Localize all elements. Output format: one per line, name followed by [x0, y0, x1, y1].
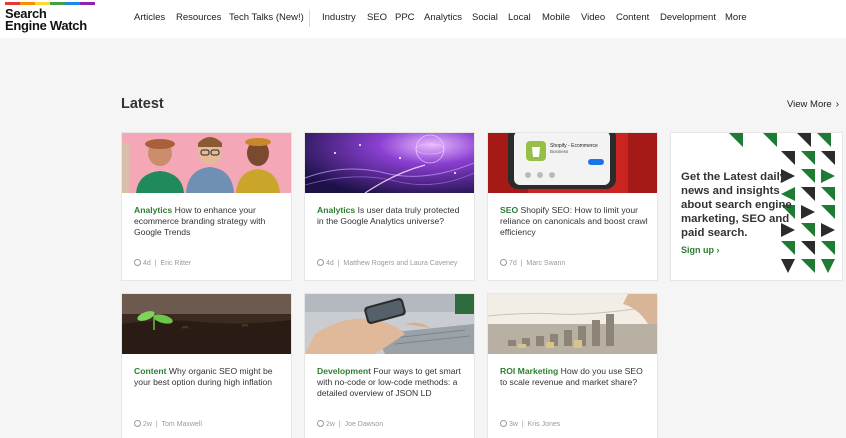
digital-globe-photo — [305, 133, 474, 193]
people-pink-photo — [122, 133, 291, 193]
article-meta: 4d | Eric Ritter — [134, 259, 191, 267]
article-author[interactable]: Joe Dawson — [345, 421, 384, 428]
nav-item-seo[interactable]: SEO — [367, 12, 387, 23]
article-meta: 2w | Joe Dawson — [317, 420, 383, 428]
article-meta: 2w | Tom Maxwell — [134, 420, 202, 428]
article-card[interactable]: Content Why organic SEO might be your be… — [121, 293, 292, 438]
article-category[interactable]: Analytics — [134, 205, 172, 215]
article-author[interactable]: Tom Maxwell — [161, 421, 201, 428]
clock-icon — [500, 259, 507, 266]
logo-line-2: Engine Watch — [5, 18, 87, 33]
article-category[interactable]: SEO — [500, 205, 518, 215]
nav-item-tech-talks[interactable]: Tech Talks (New!) — [229, 12, 304, 23]
site-logo[interactable]: Search Engine Watch — [5, 2, 95, 36]
article-card[interactable]: Analytics How to enhance your ecommerce … — [121, 132, 292, 281]
article-title[interactable]: SEO Shopify SEO: How to limit your relia… — [500, 205, 650, 238]
article-card[interactable]: Analytics Is user data truly protected i… — [304, 132, 475, 281]
article-card[interactable]: ROI Marketing How do you use SEO to scal… — [487, 293, 658, 438]
article-age: 2w — [143, 421, 152, 428]
clock-icon — [134, 259, 141, 266]
nav-item-local[interactable]: Local — [508, 12, 531, 23]
article-author[interactable]: Eric Ritter — [160, 260, 191, 267]
article-card[interactable]: Development Four ways to get smart with … — [304, 293, 475, 438]
article-meta: 3w | Kris Jones — [500, 420, 560, 428]
article-age: 7d — [509, 260, 517, 267]
chevron-right-icon: › — [716, 245, 720, 255]
article-title[interactable]: Analytics Is user data truly protected i… — [317, 205, 467, 227]
sign-up-link[interactable]: Sign up › — [681, 245, 720, 255]
phone-app-sub: Business — [550, 149, 569, 154]
article-category[interactable]: ROI Marketing — [500, 366, 558, 376]
view-more-label: View More — [787, 99, 832, 110]
nav-item-social[interactable]: Social — [472, 12, 498, 23]
logo-text: Search Engine Watch — [5, 7, 87, 33]
article-age: 3w — [509, 421, 518, 428]
article-title[interactable]: ROI Marketing How do you use SEO to scal… — [500, 366, 650, 388]
promo-text: Get the Latest daily news and insights a… — [681, 171, 792, 239]
nav-item-video[interactable]: Video — [581, 12, 605, 23]
article-age: 4d — [143, 260, 151, 267]
article-title[interactable]: Development Four ways to get smart with … — [317, 366, 467, 399]
nav-item-development[interactable]: Development — [660, 12, 716, 23]
clock-icon — [500, 420, 507, 427]
clock-icon — [317, 420, 324, 427]
nav-item-resources[interactable]: Resources — [176, 12, 221, 23]
article-headline[interactable]: Shopify SEO: How to limit your reliance … — [500, 205, 648, 237]
newsletter-promo: Get the Latest daily news and insights a… — [670, 132, 843, 281]
nav-item-industry[interactable]: Industry — [322, 12, 356, 23]
article-meta: 4d | Matthew Rogers and Laura Caveney — [317, 259, 457, 267]
top-navigation-bar: Search Engine Watch Articles Resources T… — [0, 0, 846, 38]
sign-up-label: Sign up — [681, 245, 714, 255]
article-author[interactable]: Marc Swann — [526, 260, 565, 267]
article-age: 4d — [326, 260, 334, 267]
shopify-phone-photo: Shopify - Ecommerce Business — [488, 133, 657, 193]
view-more-link[interactable]: View More › — [787, 99, 839, 110]
clock-icon — [317, 259, 324, 266]
article-card[interactable]: Shopify - Ecommerce Business SEO Shopify… — [487, 132, 658, 281]
article-category[interactable]: Content — [134, 366, 166, 376]
clock-icon — [134, 420, 141, 427]
nav-item-ppc[interactable]: PPC — [395, 12, 415, 23]
seedling-soil-photo — [122, 294, 291, 354]
article-title[interactable]: Content Why organic SEO might be your be… — [134, 366, 284, 388]
nav-item-analytics[interactable]: Analytics — [424, 12, 462, 23]
laptop-phone-photo — [305, 294, 474, 354]
article-category[interactable]: Development — [317, 366, 371, 376]
article-title[interactable]: Analytics How to enhance your ecommerce … — [134, 205, 284, 238]
chevron-right-icon: › — [835, 99, 840, 110]
article-author[interactable]: Matthew Rogers and Laura Caveney — [343, 260, 457, 267]
article-age: 2w — [326, 421, 335, 428]
article-category[interactable]: Analytics — [317, 205, 355, 215]
coins-chart-photo — [488, 294, 657, 354]
logo-color-stripe — [5, 2, 95, 5]
nav-item-more[interactable]: More — [725, 12, 747, 23]
nav-item-articles[interactable]: Articles — [134, 12, 165, 23]
article-author[interactable]: Kris Jones — [528, 421, 561, 428]
nav-item-mobile[interactable]: Mobile — [542, 12, 570, 23]
section-title: Latest — [121, 96, 164, 112]
article-meta: 7d | Marc Swann — [500, 259, 565, 267]
nav-item-content[interactable]: Content — [616, 12, 649, 23]
nav-divider — [309, 10, 310, 27]
